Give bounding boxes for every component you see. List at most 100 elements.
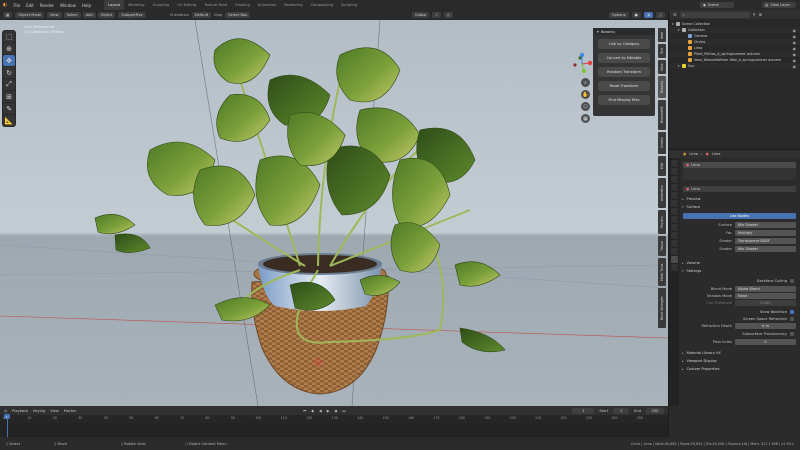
visibility-eye-icon[interactable]: ◉ xyxy=(793,34,797,39)
timeline-menu-marker[interactable]: Marker xyxy=(64,409,76,413)
custom-properties-section[interactable]: ▸ Custom Properties xyxy=(679,366,800,372)
jump-end-icon[interactable]: ⏭ xyxy=(342,409,345,413)
data-tab-icon[interactable] xyxy=(670,248,678,255)
constraints-tab-icon[interactable] xyxy=(670,240,678,247)
show-backface-checkbox[interactable] xyxy=(790,310,794,314)
tab-compositing[interactable]: Compositing xyxy=(307,0,338,10)
visibility-eye-icon[interactable]: ◉ xyxy=(793,40,797,45)
options-dropdown[interactable]: Options xyxy=(608,12,629,18)
view-layer-selector[interactable]: ▤ View Layer xyxy=(762,2,796,8)
tree-arrow-icon[interactable]: ▾ xyxy=(672,22,675,26)
shadow-mode-dropdown[interactable]: None xyxy=(735,293,796,299)
tab-modeling[interactable]: Modeling xyxy=(124,0,148,10)
scale-icon[interactable]: ⤢ xyxy=(3,79,15,90)
surface-row-dropdown[interactable]: Mix Shader xyxy=(735,246,796,252)
perspective-grid-icon[interactable]: ▦ xyxy=(581,114,590,123)
viewport-menu-object[interactable]: Object xyxy=(97,12,116,18)
tree-arrow-icon[interactable]: ▾ xyxy=(678,28,681,32)
timeline-menu-playback[interactable]: Playback xyxy=(12,409,28,413)
surface-section[interactable]: ▾ Surface xyxy=(679,204,800,210)
backface-culling-checkbox[interactable] xyxy=(790,279,794,283)
menu-window[interactable]: Window xyxy=(57,3,79,8)
subsurface-checkbox[interactable] xyxy=(790,332,794,336)
timeline-ruler[interactable]: 0102030405060708090100110120130140150160… xyxy=(0,415,668,423)
sidebar-tab-tissue[interactable]: Tissue xyxy=(658,236,666,256)
material-slot-list[interactable] xyxy=(683,168,796,180)
move-icon[interactable]: ✥ xyxy=(3,55,15,66)
modifier-tab-icon[interactable] xyxy=(670,216,678,223)
start-frame-field[interactable]: 1 xyxy=(613,407,630,414)
camera-view-icon[interactable]: ⎔ xyxy=(581,102,590,111)
jump-start-icon[interactable]: ⏮ xyxy=(303,409,306,413)
navigation-gizmo[interactable] xyxy=(570,52,594,76)
texture-tab-icon[interactable] xyxy=(670,264,678,271)
viewport-shading-material-icon[interactable]: ◑ xyxy=(643,12,653,18)
sidebar-tab-animation[interactable]: Animation xyxy=(658,178,666,208)
pass-index-field[interactable]: 0 xyxy=(735,339,796,345)
tree-arrow-icon[interactable]: ▾ xyxy=(678,64,681,68)
play-icon[interactable]: ▶ xyxy=(327,409,330,413)
new-collection-icon[interactable]: ⊞ xyxy=(759,12,762,17)
scene-tab-icon[interactable] xyxy=(670,192,678,199)
surface-row-dropdown[interactable]: Mix Shader xyxy=(735,222,796,228)
settings-section[interactable]: ▾ Settings xyxy=(679,268,800,274)
filter-icon[interactable]: ⚲ xyxy=(753,12,756,17)
rotate-icon[interactable]: ↻ xyxy=(3,67,15,78)
menu-file[interactable]: File xyxy=(10,3,23,8)
tab-animation[interactable]: Animation xyxy=(254,0,280,10)
proportional-icon[interactable]: ◎ xyxy=(443,12,453,18)
subdiv-dropdown[interactable]: SubpartFive xyxy=(118,12,146,18)
pan-hand-icon[interactable]: ✋ xyxy=(581,90,590,99)
sidebar-tab-blenderkit[interactable]: BlenderKit xyxy=(658,100,666,130)
botaniq-reset-transform-button[interactable]: Reset Transform xyxy=(598,81,650,91)
sidebar-tab-view[interactable]: View xyxy=(658,60,666,74)
visibility-eye-icon[interactable]: ◉ xyxy=(793,28,797,33)
editor-type-button[interactable]: ▦ xyxy=(3,12,13,18)
object-tab-icon[interactable] xyxy=(670,208,678,215)
tab-scripting[interactable]: Scripting xyxy=(337,0,361,10)
render-tab-icon[interactable] xyxy=(670,168,678,175)
outliner-row[interactable]: ▾ Sun ◉ xyxy=(669,63,800,69)
viewport-menu-select[interactable]: Select xyxy=(63,12,81,18)
particles-tab-icon[interactable] xyxy=(670,224,678,231)
viewport-shading-render-icon[interactable]: ○ xyxy=(655,12,665,18)
tab-layout[interactable]: Layout xyxy=(103,0,125,10)
menu-render[interactable]: Render xyxy=(37,3,57,8)
botaniq-link-by-category-button[interactable]: Link by Category xyxy=(598,39,650,49)
viewport-menu-view[interactable]: View xyxy=(47,12,62,18)
tool-tab-icon[interactable] xyxy=(670,160,678,167)
visibility-eye-icon[interactable]: ◉ xyxy=(793,46,797,51)
viewport-menu-add[interactable]: Add xyxy=(82,12,96,18)
volume-section[interactable]: ▸ Volume xyxy=(679,260,800,266)
orientation-dropdown[interactable]: Default xyxy=(191,12,212,18)
outliner-filter-search[interactable]: ⌕ xyxy=(679,11,750,18)
surface-row-dropdown[interactable]: Transparent BSDF xyxy=(735,238,796,244)
snap-icon[interactable]: ⌾ xyxy=(432,12,441,18)
ssr-checkbox[interactable] xyxy=(790,317,794,321)
botaniq-convert-to-editable-button[interactable]: Convert to Editable xyxy=(598,53,650,63)
refraction-depth-field[interactable]: 0 m xyxy=(735,323,796,329)
menu-edit[interactable]: Edit xyxy=(23,3,37,8)
botaniq-random-transform-button[interactable]: Random Transform xyxy=(598,67,650,77)
tab-shading[interactable]: Shading xyxy=(231,0,254,10)
current-frame-field[interactable]: 1 xyxy=(572,407,595,414)
world-tab-icon[interactable] xyxy=(670,200,678,207)
tab-sculpting[interactable]: Sculpting xyxy=(149,0,174,10)
botaniq-find-missing-files-button[interactable]: Find Missing Files xyxy=(598,95,650,105)
physics-tab-icon[interactable] xyxy=(670,232,678,239)
blender-logo-icon[interactable]: ◐ xyxy=(0,2,10,8)
scene-selector[interactable]: ◆ Scene xyxy=(700,2,734,8)
tab-rendering[interactable]: Rendering xyxy=(280,0,306,10)
annotate-icon[interactable]: ✎ xyxy=(3,103,15,114)
tab-texture-paint[interactable]: Texture Paint xyxy=(200,0,231,10)
viewport-display-section[interactable]: ▸ Viewport Display xyxy=(679,358,800,364)
3d-viewport[interactable]: User Perspective (1) Collection | Pothos… xyxy=(0,20,668,406)
zoom-icon[interactable]: ⌕ xyxy=(581,78,590,87)
end-frame-field[interactable]: 250 xyxy=(646,407,664,414)
transform-icon[interactable]: ⊞ xyxy=(3,91,15,102)
object-mode-dropdown[interactable]: Object Mode xyxy=(15,12,45,18)
visibility-eye-icon[interactable]: ◉ xyxy=(793,52,797,57)
measure-icon[interactable]: 📐 xyxy=(3,115,15,126)
sidebar-tab-mesh-tools[interactable]: Mesh Tools xyxy=(658,258,666,286)
sidebar-tab-node-wrangler[interactable]: Node Wrangler xyxy=(658,288,666,328)
